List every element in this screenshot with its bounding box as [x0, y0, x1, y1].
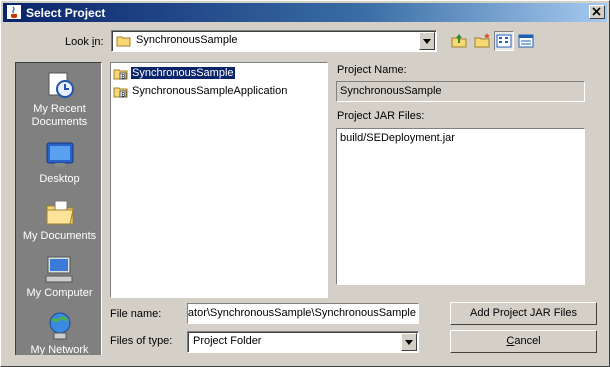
project-folder-icon: B — [113, 69, 128, 81]
project-folder-icon: B — [113, 87, 128, 99]
window-title: Select Project — [26, 6, 106, 20]
file-label: SynchronousSampleApplication — [132, 85, 288, 97]
up-one-level-button[interactable] — [449, 31, 469, 51]
list-item[interactable]: B SynchronousSampleApplication — [113, 84, 323, 100]
file-name-value: rator\SynchronousSample\SynchronousSampl… — [187, 307, 416, 319]
project-jar-files-label: Project JAR Files: — [337, 110, 425, 122]
place-my-network[interactable]: My Network — [16, 310, 101, 355]
files-of-type-label: Files of type: — [110, 335, 173, 347]
svg-text:B: B — [121, 74, 125, 81]
select-project-dialog: Select Project Look in: SynchronousSampl… — [0, 0, 610, 367]
chevron-down-icon — [423, 39, 431, 44]
folder-icon — [116, 36, 131, 47]
desktop-icon — [46, 142, 73, 167]
jar-list-item[interactable]: build/SEDeployment.jar — [340, 132, 455, 144]
project-name-field: SynchronousSample — [336, 81, 585, 102]
my-network-icon — [49, 312, 70, 340]
list-view-button[interactable] — [494, 31, 514, 51]
file-name-input[interactable]: rator\SynchronousSample\SynchronousSampl… — [187, 303, 419, 324]
places-bar: My Recent Documents Desktop My Documents — [15, 62, 102, 355]
svg-text:B: B — [121, 92, 125, 99]
file-label: SynchronousSample — [130, 66, 236, 80]
java-cup-icon — [7, 5, 21, 19]
title-bar: Select Project — [3, 3, 607, 22]
close-button[interactable] — [589, 5, 605, 19]
up-folder-icon — [451, 34, 467, 48]
place-label: Documents — [31, 116, 88, 128]
details-view-icon — [518, 34, 534, 48]
place-my-recent-documents[interactable]: My Recent Documents — [16, 69, 101, 129]
place-my-documents[interactable]: My Documents — [16, 196, 101, 243]
place-desktop[interactable]: Desktop — [16, 139, 101, 186]
cancel-button[interactable]: Cancel — [450, 330, 597, 353]
my-computer-icon — [45, 256, 72, 283]
project-name-label: Project Name: — [337, 64, 407, 76]
files-of-type-dropdown-button[interactable] — [401, 333, 417, 351]
new-folder-icon — [474, 33, 490, 48]
file-list[interactable]: B SynchronousSample B SynchronousSampleA… — [110, 62, 328, 298]
close-icon — [592, 7, 601, 16]
add-project-jar-files-label: Add Project JAR Files — [470, 307, 577, 319]
recent-documents-icon — [48, 72, 74, 98]
place-my-computer[interactable]: My Computer — [16, 253, 101, 300]
new-folder-button[interactable] — [472, 31, 492, 51]
details-view-button[interactable] — [516, 31, 536, 51]
files-of-type-value: Project Folder — [193, 335, 262, 347]
place-label: My Computer — [26, 287, 93, 299]
files-of-type-combo[interactable]: Project Folder — [187, 331, 419, 353]
look-in-label: Look in: — [65, 36, 104, 48]
look-in-combo[interactable]: SynchronousSample — [111, 30, 437, 52]
list-view-icon — [496, 34, 512, 48]
place-label: Desktop — [39, 173, 80, 185]
project-name-value: SynchronousSample — [340, 85, 442, 97]
list-item[interactable]: B SynchronousSample — [113, 66, 323, 82]
place-label: My Network — [30, 344, 89, 355]
file-name-label: File name: — [110, 308, 162, 320]
cancel-label: Cancel — [506, 335, 541, 347]
place-label: My Documents — [22, 230, 97, 242]
place-label: My Recent — [33, 103, 86, 115]
look-in-dropdown-button[interactable] — [419, 32, 435, 50]
add-project-jar-files-button[interactable]: Add Project JAR Files — [450, 302, 597, 325]
project-jar-files-list[interactable]: build/SEDeployment.jar — [336, 128, 585, 285]
chevron-down-icon — [405, 340, 413, 345]
my-documents-icon — [46, 200, 74, 225]
look-in-value: SynchronousSample — [136, 34, 238, 46]
